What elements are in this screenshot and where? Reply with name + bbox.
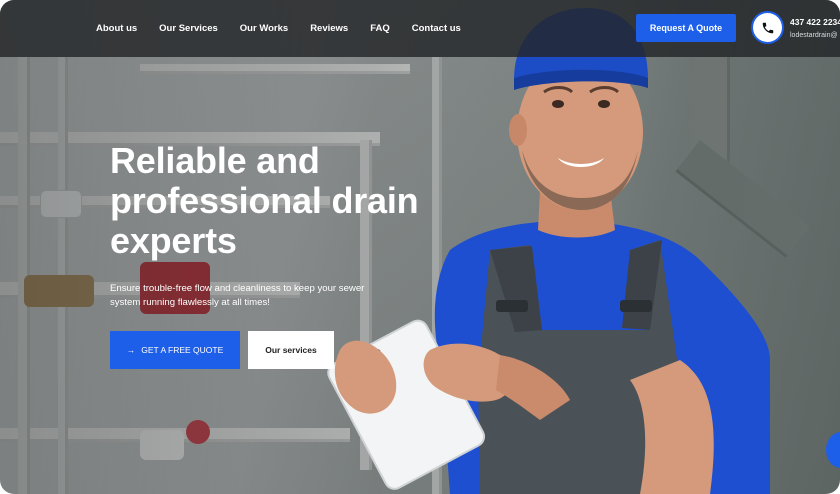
hero-subtitle: Ensure trouble-free flow and cleanliness… bbox=[110, 283, 365, 308]
nav-reviews[interactable]: Reviews bbox=[310, 23, 348, 34]
arrow-right-icon: → bbox=[126, 345, 136, 355]
nav-our-works[interactable]: Our Works bbox=[240, 23, 288, 34]
get-free-quote-button[interactable]: → GET A FREE QUOTE bbox=[110, 331, 240, 369]
nav-about-us[interactable]: About us bbox=[96, 23, 137, 34]
hero-title: Reliable and professional drain experts bbox=[110, 140, 419, 261]
page: About us Our Services Our Works Reviews … bbox=[0, 0, 840, 494]
nav-contact-us[interactable]: Contact us bbox=[412, 23, 461, 34]
phone-icon[interactable] bbox=[753, 13, 782, 42]
phone-number[interactable]: 437 422 2234 bbox=[790, 17, 840, 27]
nav-our-services[interactable]: Our Services bbox=[159, 23, 218, 34]
main-nav: About us Our Services Our Works Reviews … bbox=[96, 0, 483, 57]
our-services-button[interactable]: Our services bbox=[248, 331, 334, 369]
request-quote-button[interactable]: Request A Quote bbox=[636, 14, 736, 42]
email-address[interactable]: lodestardrain@ bbox=[790, 32, 838, 39]
top-navigation-bar: About us Our Services Our Works Reviews … bbox=[0, 0, 840, 57]
phone-glyph bbox=[762, 22, 773, 33]
get-free-quote-label: GET A FREE QUOTE bbox=[141, 345, 224, 355]
nav-faq[interactable]: FAQ bbox=[370, 23, 390, 34]
